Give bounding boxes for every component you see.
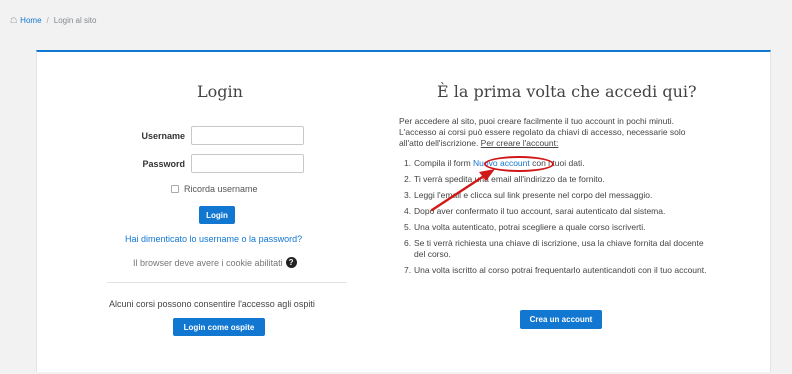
list-item: 6. Se ti verrà richiesta una chiave di i… (404, 238, 744, 260)
divider (107, 282, 347, 283)
signup-title: È la prima volta che accedi qui? (437, 82, 697, 101)
cookie-note: Il browser deve avere i cookie abilitati… (133, 257, 297, 268)
username-input[interactable] (191, 126, 304, 145)
login-button[interactable]: Login (199, 206, 235, 224)
password-input[interactable] (191, 154, 304, 173)
create-account-button[interactable]: Crea un account (520, 310, 602, 329)
breadcrumb-home-label: Home (20, 16, 42, 25)
intro-line-1: Per accedere al sito, puoi creare facilm… (399, 116, 674, 126)
breadcrumb-home[interactable]: ☖ Home (10, 16, 42, 25)
list-item: 7. Una volta iscritto al corso potrai fr… (404, 265, 744, 276)
breadcrumb-current: Login al sito (53, 16, 97, 25)
forgot-password-link[interactable]: Hai dimenticato lo username o la passwor… (125, 234, 302, 244)
step-text: Una volta autenticato, potrai scegliere … (414, 222, 646, 232)
intro-line-3-text: all'atto dell'iscrizione. (399, 138, 481, 148)
step-number: 4. (404, 206, 412, 216)
guest-login-button[interactable]: Login come ospite (173, 318, 265, 336)
help-icon[interactable]: ? (285, 257, 297, 268)
intro-line-3-link: Per creare l'account: (480, 138, 559, 148)
remember-checkbox[interactable] (171, 185, 179, 193)
arrow-annotation-icon (430, 169, 495, 212)
password-row: Password (37, 154, 304, 173)
username-row: Username (37, 126, 304, 145)
home-icon: ☖ (10, 16, 18, 25)
username-label: Username (141, 130, 185, 141)
remember-label: Ricorda username (184, 184, 258, 194)
step-number: 5. (404, 222, 412, 232)
step-text: Una volta iscritto al corso potrai frequ… (414, 265, 707, 275)
step-text: Se ti verrà richiesta una chiave di iscr… (414, 238, 704, 259)
step-number: 2. (404, 174, 412, 184)
breadcrumb-separator: / (46, 16, 49, 25)
login-title: Login (197, 82, 243, 101)
signup-intro: Per accedere al sito, puoi creare facilm… (399, 116, 739, 149)
cookie-note-text: Il browser deve avere i cookie abilitati (133, 257, 283, 268)
intro-line-2: L'accesso ai corsi può essere regolato d… (399, 127, 686, 137)
step-number: 7. (404, 265, 412, 275)
guest-access-text: Alcuni corsi possono consentire l'access… (109, 299, 315, 309)
password-label: Password (142, 158, 185, 169)
login-card: Login Username Password Ricorda username… (36, 50, 771, 372)
remember-username[interactable]: Ricorda username (171, 184, 258, 194)
list-item: 5. Una volta autenticato, potrai sceglie… (404, 222, 744, 233)
step-number: 3. (404, 190, 412, 200)
step-number: 1. (404, 158, 412, 168)
step-number: 6. (404, 238, 412, 248)
breadcrumb: ☖ Home / Login al sito (10, 16, 96, 25)
intro-line-3: all'atto dell'iscrizione. Per creare l'a… (399, 138, 739, 149)
